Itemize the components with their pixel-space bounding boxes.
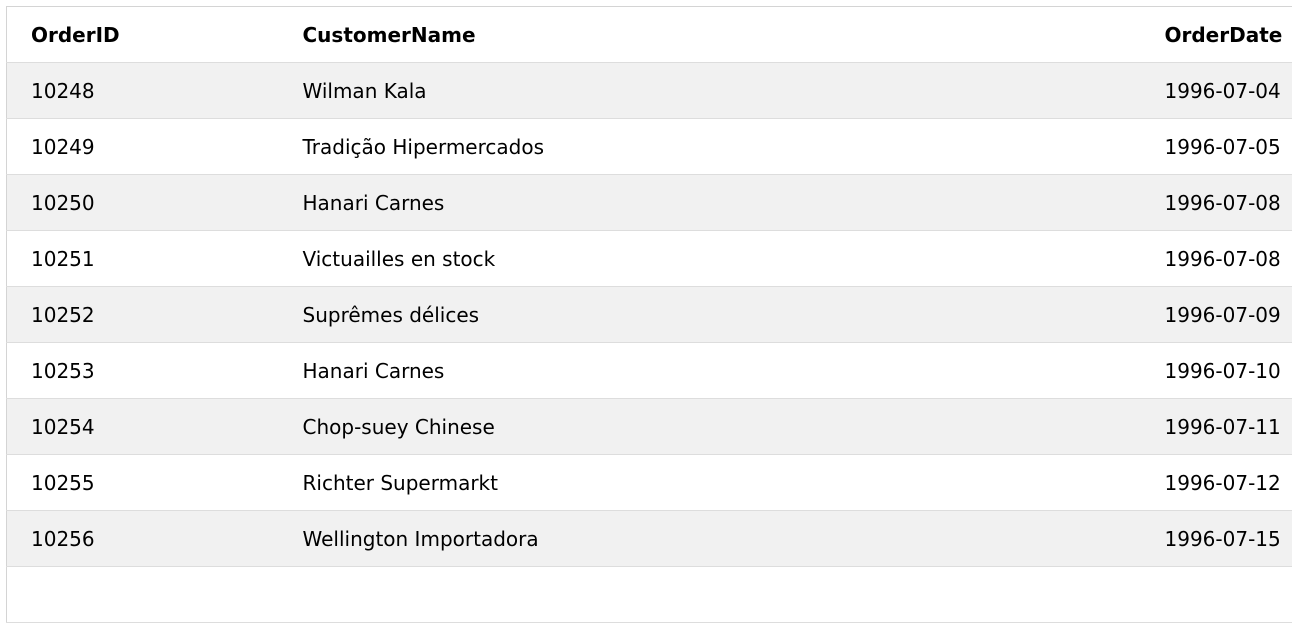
header-row: OrderID CustomerName OrderDate [7, 7, 1292, 63]
cell-customername: Victuailles en stock [279, 231, 1135, 287]
table-row: 10251 Victuailles en stock 1996-07-08 [7, 231, 1292, 287]
cell-orderdate: 1996-07-15 [1135, 511, 1292, 567]
header-orderid: OrderID [7, 7, 279, 63]
cell-orderdate: 1996-07-04 [1135, 63, 1292, 119]
orders-table-container: OrderID CustomerName OrderDate 10248 Wil… [6, 6, 1292, 623]
cell-orderid: 10249 [7, 119, 279, 175]
cell-orderid: 10255 [7, 455, 279, 511]
table-row: 10255 Richter Supermarkt 1996-07-12 [7, 455, 1292, 511]
cell-orderid: 10251 [7, 231, 279, 287]
cell-orderdate: 1996-07-08 [1135, 231, 1292, 287]
cell-orderid: 10254 [7, 399, 279, 455]
table-row: 10254 Chop-suey Chinese 1996-07-11 [7, 399, 1292, 455]
cell-customername: Hanari Carnes [279, 343, 1135, 399]
cell-orderdate: 1996-07-09 [1135, 287, 1292, 343]
header-customername: CustomerName [279, 7, 1135, 63]
table-header: OrderID CustomerName OrderDate [7, 7, 1292, 63]
cell-customername: Richter Supermarkt [279, 455, 1135, 511]
cell-orderdate: 1996-07-08 [1135, 175, 1292, 231]
table-row: 10253 Hanari Carnes 1996-07-10 [7, 343, 1292, 399]
cell-orderid: 10248 [7, 63, 279, 119]
table-row: 10250 Hanari Carnes 1996-07-08 [7, 175, 1292, 231]
cell-orderdate: 1996-07-12 [1135, 455, 1292, 511]
cell-customername: Chop-suey Chinese [279, 399, 1135, 455]
cell-customername: Hanari Carnes [279, 175, 1135, 231]
cell-customername: Wilman Kala [279, 63, 1135, 119]
cell-orderid: 10256 [7, 511, 279, 567]
table-row: 10248 Wilman Kala 1996-07-04 [7, 63, 1292, 119]
cell-orderdate: 1996-07-11 [1135, 399, 1292, 455]
cell-empty [7, 567, 279, 623]
table-row: 10249 Tradição Hipermercados 1996-07-05 [7, 119, 1292, 175]
table-row-partial [7, 567, 1292, 623]
cell-empty [1135, 567, 1292, 623]
header-orderdate: OrderDate [1135, 7, 1292, 63]
cell-orderid: 10253 [7, 343, 279, 399]
cell-orderid: 10250 [7, 175, 279, 231]
table-body: 10248 Wilman Kala 1996-07-04 10249 Tradi… [7, 63, 1292, 623]
cell-orderdate: 1996-07-10 [1135, 343, 1292, 399]
cell-customername: Suprêmes délices [279, 287, 1135, 343]
table-row: 10256 Wellington Importadora 1996-07-15 [7, 511, 1292, 567]
orders-table: OrderID CustomerName OrderDate 10248 Wil… [6, 6, 1292, 623]
cell-customername: Wellington Importadora [279, 511, 1135, 567]
table-row: 10252 Suprêmes délices 1996-07-09 [7, 287, 1292, 343]
cell-empty [279, 567, 1135, 623]
cell-orderdate: 1996-07-05 [1135, 119, 1292, 175]
cell-customername: Tradição Hipermercados [279, 119, 1135, 175]
cell-orderid: 10252 [7, 287, 279, 343]
